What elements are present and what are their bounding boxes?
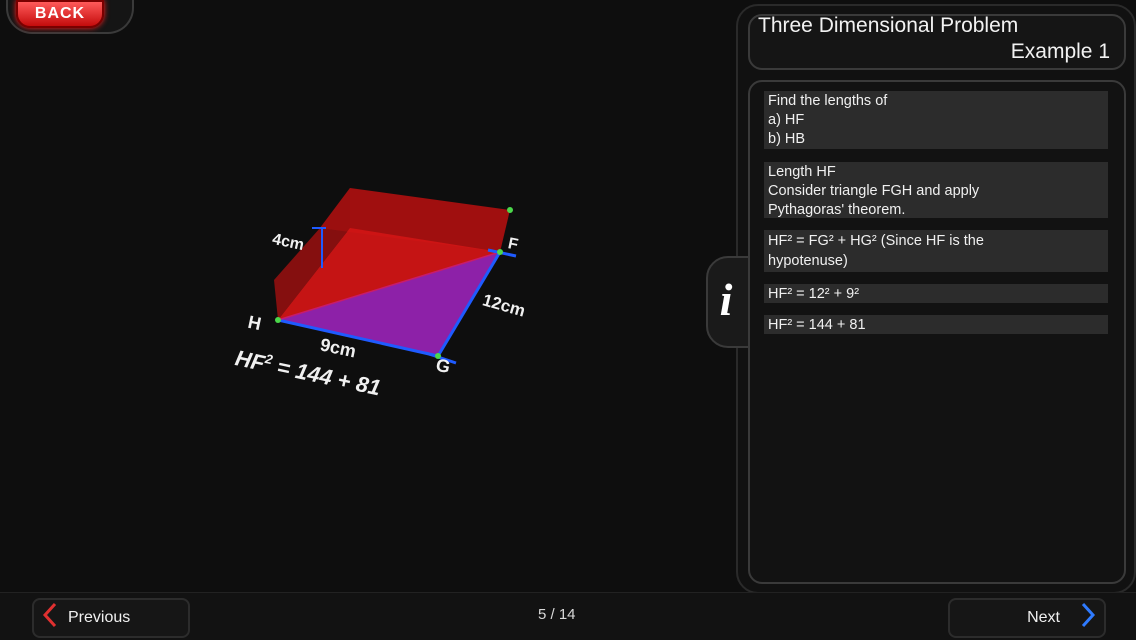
- next-label: Next: [1027, 609, 1060, 626]
- step-line: HF² = 12² + 9²: [768, 286, 860, 302]
- cuboid-diagram: H F G 4cm 12cm 9cm HF2 = 144 + 81: [200, 170, 600, 430]
- step-line: a) HF: [768, 112, 805, 128]
- step-line: Pythagoras' theorem.: [768, 202, 906, 218]
- previous-button[interactable]: Previous: [32, 598, 190, 638]
- back-button[interactable]: BACK: [16, 0, 104, 28]
- step-length-hf: Length HF Consider triangle FGH and appl…: [764, 162, 1108, 218]
- step-line: hypotenuse): [768, 253, 848, 269]
- back-button-label: BACK: [34, 5, 86, 22]
- panel-title: Three Dimensional Problem: [758, 14, 1019, 37]
- previous-label: Previous: [68, 609, 131, 626]
- step-line: HF² = FG² + HG² (Since HF is the: [768, 233, 984, 249]
- chevron-left-icon: [42, 602, 58, 634]
- step-substitute: HF² = 12² + 9²: [764, 284, 1108, 303]
- next-button[interactable]: Next: [948, 598, 1106, 638]
- step-line: Length HF: [768, 164, 836, 180]
- step-line: b) HB: [768, 131, 806, 147]
- step-line: HF² = 144 + 81: [768, 317, 866, 333]
- step-line: Find the lengths of: [768, 93, 888, 109]
- cuboid-svg: [274, 188, 517, 365]
- step-question: Find the lengths of a) HF b) HB: [764, 91, 1108, 149]
- equation-lhs: HF: [233, 345, 267, 376]
- step-evaluate: HF² = 144 + 81: [764, 315, 1108, 334]
- step-pythagoras: HF² = FG² + HG² (Since HF is the hypoten…: [764, 230, 1108, 272]
- point-h: [275, 317, 281, 323]
- info-icon[interactable]: i: [712, 270, 740, 330]
- point-f: [497, 249, 503, 255]
- panel-subtitle: Example 1: [1010, 40, 1110, 63]
- equation-exp: 2: [263, 351, 275, 368]
- step-line: Consider triangle FGH and apply: [768, 183, 980, 199]
- chevron-right-icon: [1080, 602, 1096, 634]
- point-top: [507, 207, 513, 213]
- page-indicator: 5 / 14: [538, 606, 576, 623]
- back-button-wrap: BACK: [0, 0, 134, 34]
